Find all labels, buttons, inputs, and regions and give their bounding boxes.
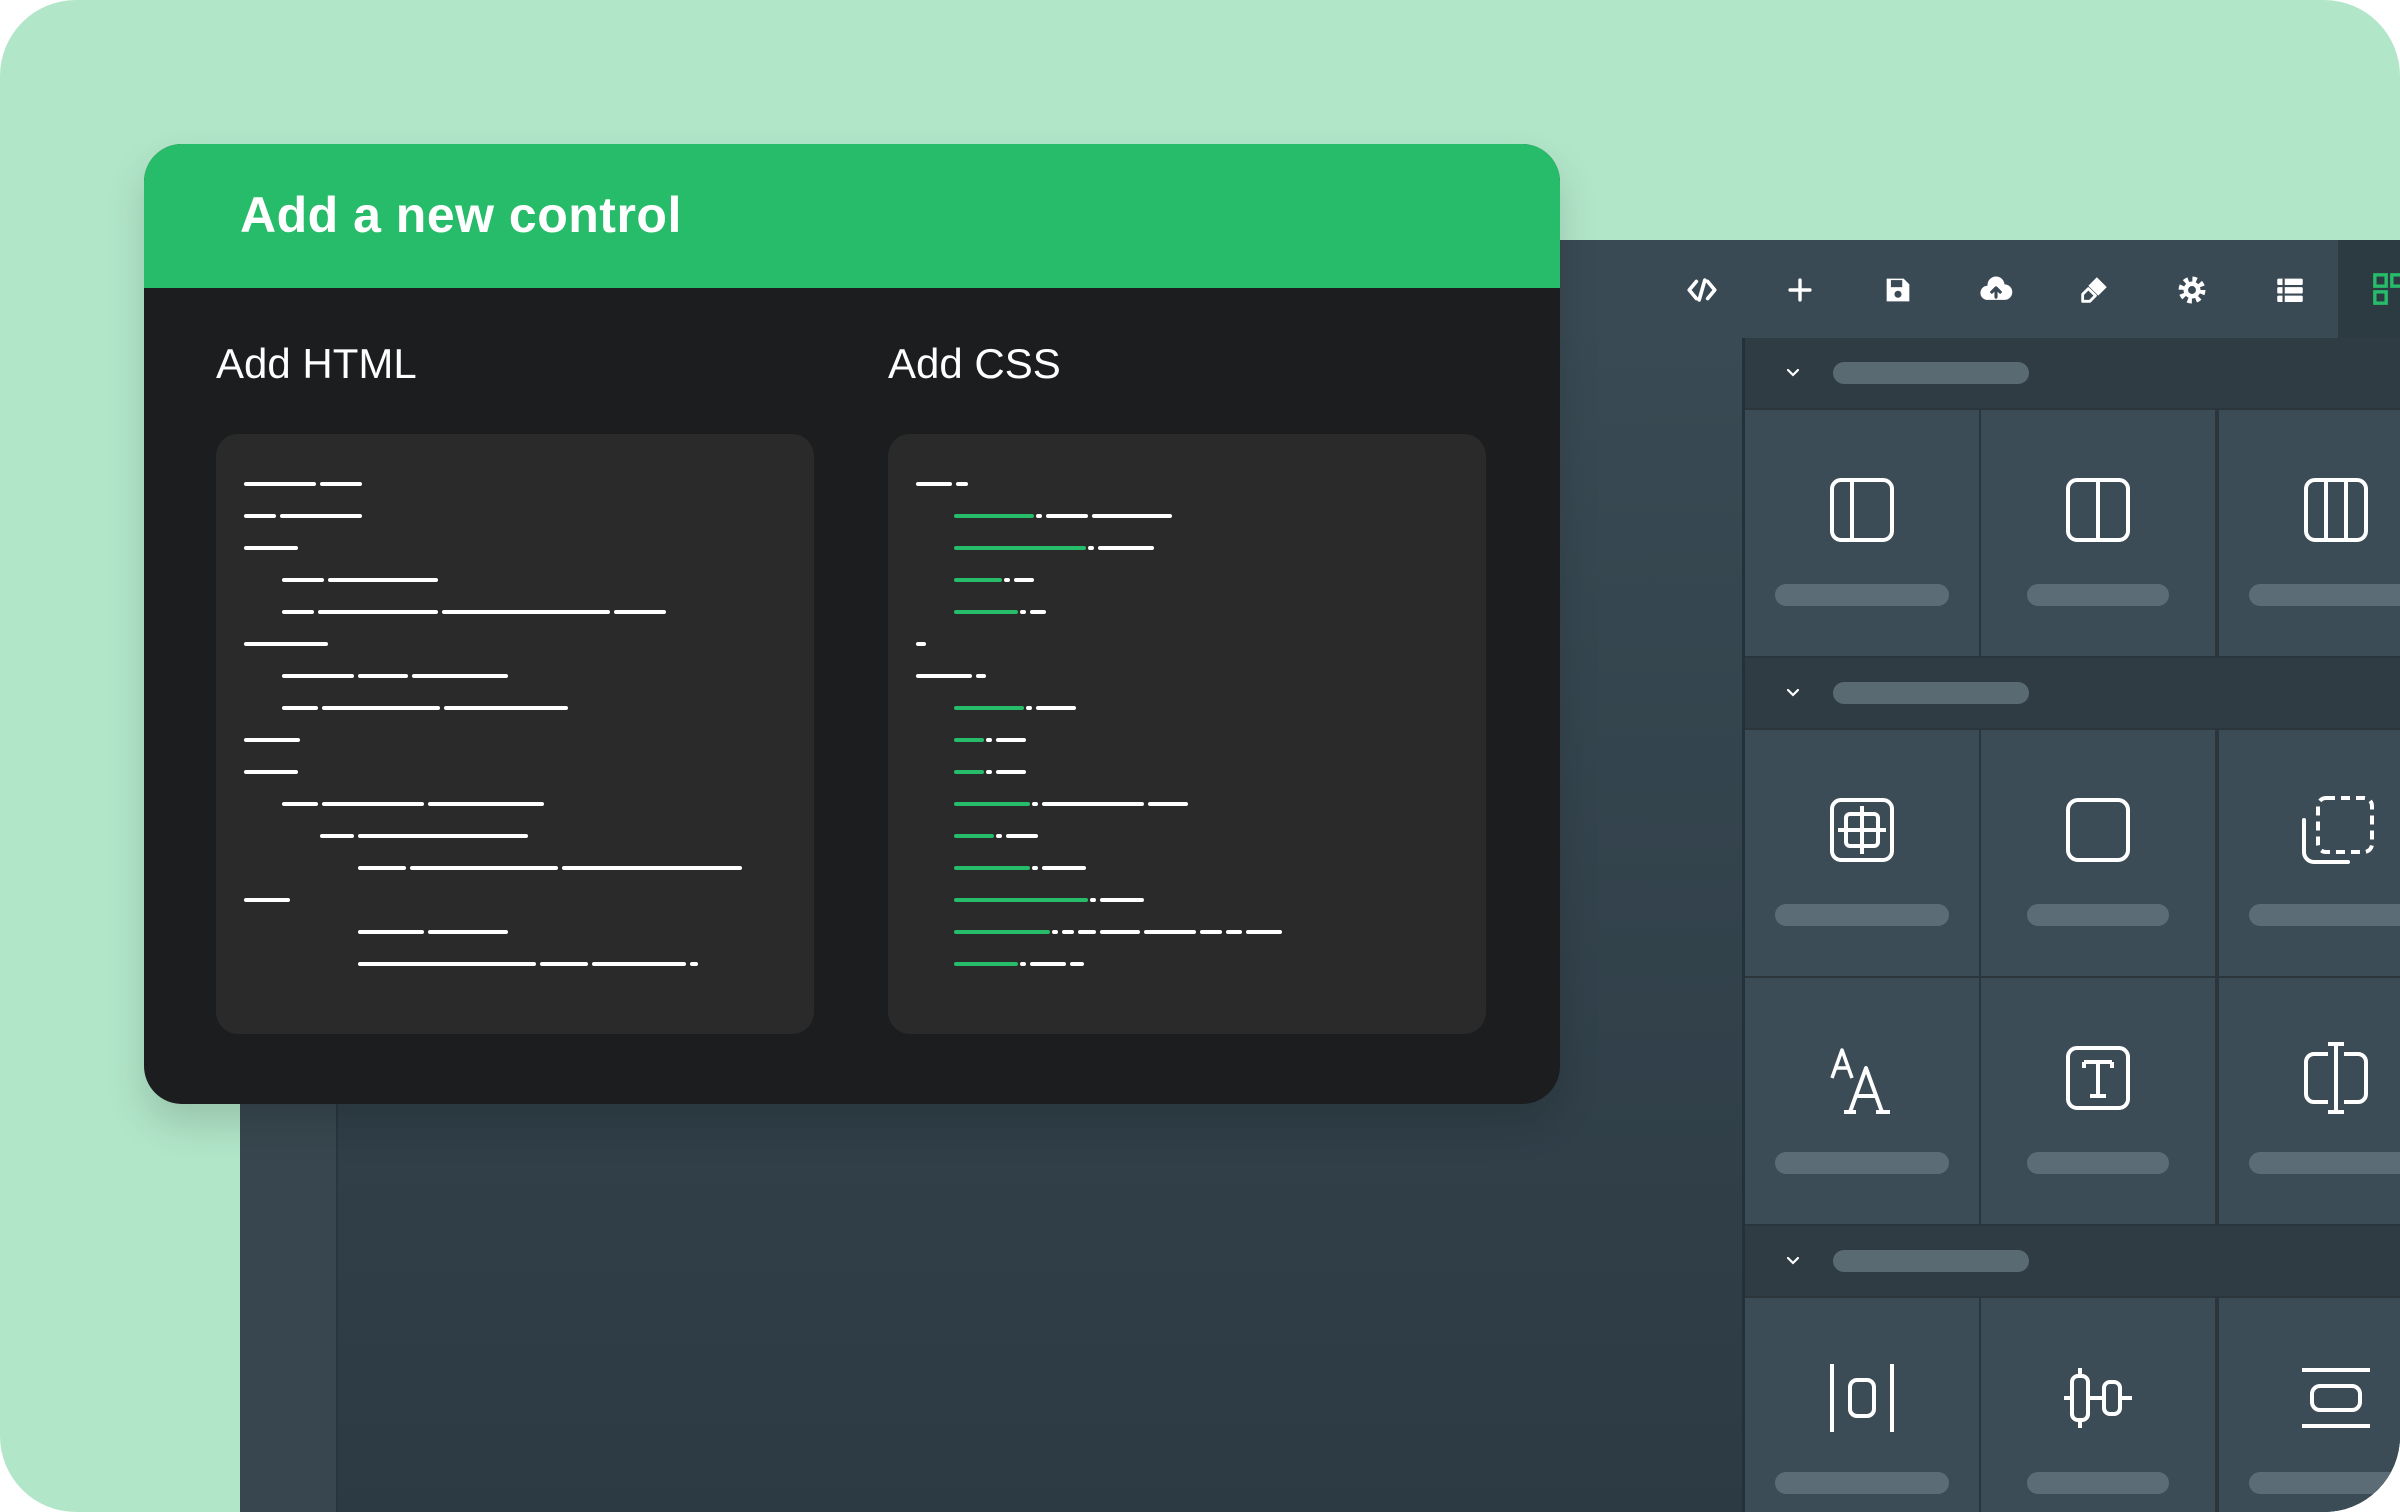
block-label-placeholder <box>2249 1472 2400 1494</box>
block-label-placeholder <box>2027 904 2169 926</box>
upload-button[interactable] <box>1968 262 2024 318</box>
chevron-down-icon <box>1786 1256 1800 1265</box>
block-tile[interactable] <box>2219 978 2400 1224</box>
add-control-dialog: Add a new control Add HTML Add CSS <box>144 144 1560 1104</box>
style-button[interactable] <box>2066 262 2122 318</box>
settings-button[interactable] <box>2164 262 2220 318</box>
section-title-placeholder <box>1833 1250 2029 1272</box>
block-label-placeholder <box>2027 1152 2169 1174</box>
background-canvas: Add a new control Add HTML Add CSS <box>0 0 2400 1512</box>
one-column-icon <box>1830 478 1894 542</box>
text-box-icon <box>2066 1046 2130 1110</box>
block-label-placeholder <box>2249 584 2400 606</box>
block-tile[interactable] <box>1745 1298 1979 1512</box>
block-label-placeholder <box>1775 1152 1949 1174</box>
layers-icon <box>2277 278 2303 303</box>
block-label-placeholder <box>2249 1152 2400 1174</box>
brush-icon <box>2081 277 2107 303</box>
block-tile[interactable] <box>1745 730 1979 976</box>
code-icon <box>1687 278 1717 302</box>
section-header[interactable] <box>1745 658 2400 728</box>
grid-frame-icon <box>1830 798 1894 862</box>
html-label: Add HTML <box>216 340 417 387</box>
block-label-placeholder <box>2027 1472 2169 1494</box>
chevron-down-icon <box>1786 368 1800 377</box>
gear-icon <box>2178 276 2206 304</box>
blocks-tab-active[interactable] <box>2338 240 2400 338</box>
slider-icon <box>2064 1368 2132 1428</box>
chevron-down-icon <box>1786 688 1800 697</box>
block-tile[interactable] <box>1745 978 1979 1224</box>
dialog-title: Add a new control <box>240 187 682 243</box>
layers-button[interactable] <box>2262 262 2318 318</box>
code-button[interactable] <box>1674 262 1730 318</box>
block-tile[interactable] <box>1745 410 1979 656</box>
save-button[interactable] <box>1870 262 1926 318</box>
block-label-placeholder <box>1775 904 1949 926</box>
plus-icon <box>1788 278 1812 302</box>
block-label-placeholder <box>2027 584 2169 606</box>
rounded-box-icon <box>2066 798 2130 862</box>
html-code-lines <box>244 482 742 966</box>
dashed-frame-icon <box>2302 796 2374 864</box>
block-tile[interactable] <box>2219 410 2400 656</box>
save-icon <box>1886 278 1910 302</box>
blocks-icon <box>2373 273 2400 305</box>
block-tile[interactable] <box>2219 730 2400 976</box>
blocks-panel <box>1742 338 2400 1512</box>
section-header[interactable] <box>1745 338 2400 408</box>
block-label-placeholder <box>1775 1472 1949 1494</box>
block-label-placeholder <box>2249 904 2400 926</box>
css-code-lines <box>916 482 1282 966</box>
block-label-placeholder <box>1775 584 1949 606</box>
block-tile[interactable] <box>1981 1298 2215 1512</box>
block-tile[interactable] <box>1981 978 2215 1224</box>
css-code-editor[interactable] <box>888 434 1486 1034</box>
dialog-header: Add a new control <box>144 144 1560 288</box>
html-code-editor[interactable] <box>216 434 814 1034</box>
section-title-placeholder <box>1833 362 2029 384</box>
divider-icon <box>2302 1368 2370 1428</box>
block-tile[interactable] <box>1981 730 2215 976</box>
text-input-icon <box>2304 1042 2368 1114</box>
block-tile[interactable] <box>1981 410 2215 656</box>
section-header[interactable] <box>1745 1226 2400 1296</box>
three-column-icon <box>2304 478 2368 542</box>
cloud-upload-icon <box>1980 276 2013 300</box>
spacer-icon <box>1830 1364 1894 1432</box>
two-column-icon <box>2066 478 2130 542</box>
block-tile[interactable] <box>2219 1298 2400 1512</box>
section-title-placeholder <box>1833 682 2029 704</box>
css-label: Add CSS <box>888 340 1061 387</box>
typography-icon <box>1830 1048 1890 1114</box>
add-button[interactable] <box>1772 262 1828 318</box>
